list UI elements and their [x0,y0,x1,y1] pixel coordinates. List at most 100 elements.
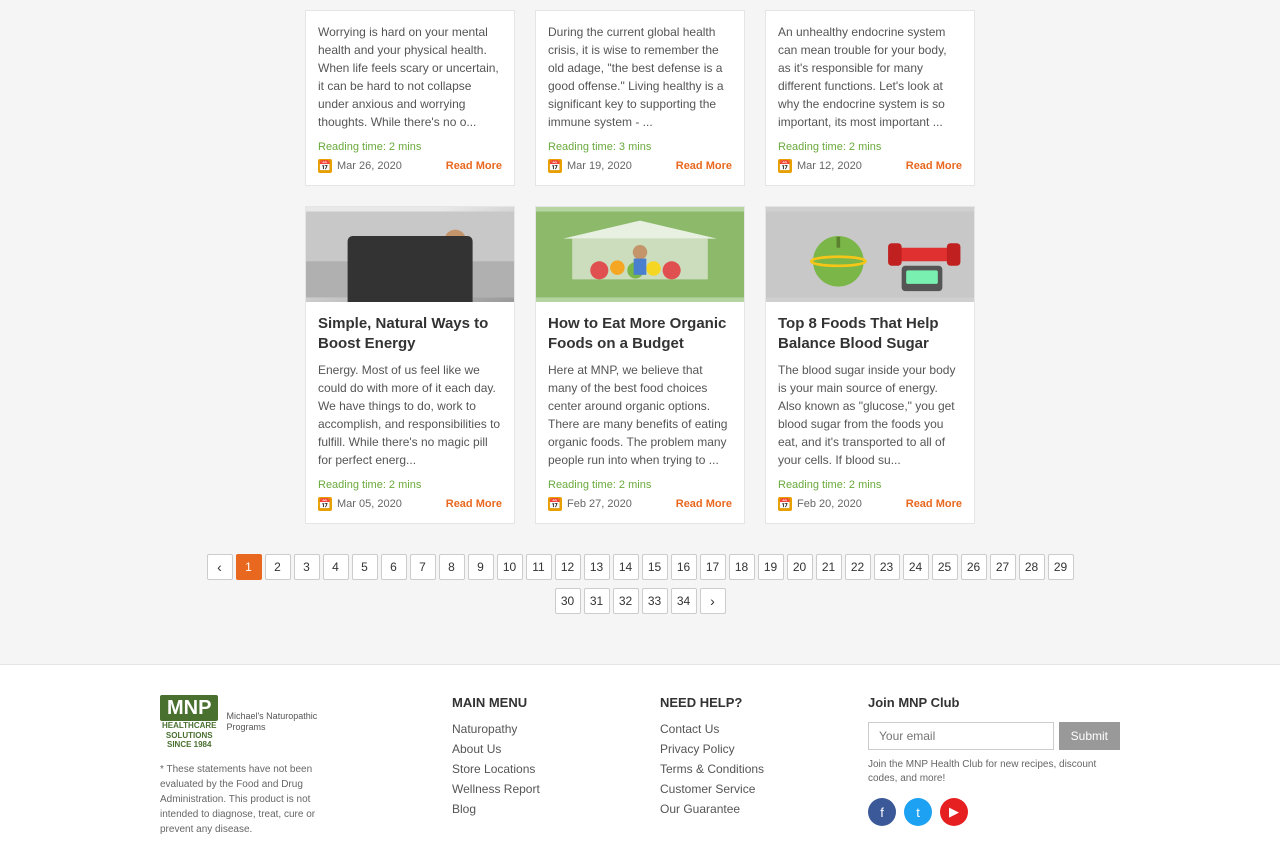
footer-link-stores[interactable]: Store Locations [452,762,620,776]
page-btn-15[interactable]: 15 [642,554,668,580]
page-btn-3[interactable]: 3 [294,554,320,580]
footer-link-about[interactable]: About Us [452,742,620,756]
pagination-row-2: 30 31 32 33 34 › [555,588,726,614]
logo-mnp: MNP [160,695,218,721]
card-5-text: Here at MNP, we believe that many of the… [548,361,732,469]
page-btn-11[interactable]: 11 [526,554,552,580]
card-1-read-more[interactable]: Read More [446,160,502,172]
footer-link-guarantee[interactable]: Our Guarantee [660,802,828,816]
footer-need-help-title: NEED HELP? [660,695,828,710]
page-btn-28[interactable]: 28 [1019,554,1045,580]
footer-link-privacy[interactable]: Privacy Policy [660,742,828,756]
page-btn-6[interactable]: 6 [381,554,407,580]
page-btn-33[interactable]: 33 [642,588,668,614]
email-input[interactable] [868,722,1054,750]
card-4-reading-time: Reading time: 2 mins [318,479,502,491]
card-1-text: Worrying is hard on your mental health a… [318,23,502,131]
page-btn-7[interactable]: 7 [410,554,436,580]
footer-join-club: Join MNP Club Submit Join the MNP Health… [868,695,1120,837]
page-btn-20[interactable]: 20 [787,554,813,580]
footer-link-customer[interactable]: Customer Service [660,782,828,796]
page-container: Worrying is hard on your mental health a… [0,0,1280,867]
page-btn-30[interactable]: 30 [555,588,581,614]
footer-need-help: NEED HELP? Contact Us Privacy Policy Ter… [660,695,828,837]
card-5-reading-time: Reading time: 2 mins [548,479,732,491]
footer-logo-section: MNP HEALTHCARESOLUTIONSSINCE 1984 Michae… [160,695,412,837]
page-btn-1[interactable]: 1 [236,554,262,580]
page-btn-18[interactable]: 18 [729,554,755,580]
card-2-reading-time: Reading time: 3 mins [548,141,732,153]
page-btn-16[interactable]: 16 [671,554,697,580]
page-btn-14[interactable]: 14 [613,554,639,580]
email-row: Submit [868,722,1120,750]
page-btn-2[interactable]: 2 [265,554,291,580]
card-6-date-wrapper: Feb 20, 2020 [778,497,862,511]
card-2-date-wrapper: Mar 19, 2020 [548,159,632,173]
twitter-icon[interactable]: t [904,798,932,826]
page-btn-27[interactable]: 27 [990,554,1016,580]
card-6-img-inner [766,207,974,302]
card-5-footer: Feb 27, 2020 Read More [548,497,732,511]
footer-link-terms[interactable]: Terms & Conditions [660,762,828,776]
page-btn-17[interactable]: 17 [700,554,726,580]
page-btn-26[interactable]: 26 [961,554,987,580]
page-btn-9[interactable]: 9 [468,554,494,580]
page-btn-4[interactable]: 4 [323,554,349,580]
page-btn-34[interactable]: 34 [671,588,697,614]
page-btn-5[interactable]: 5 [352,554,378,580]
calendar-icon-3 [778,159,792,173]
page-btn-25[interactable]: 25 [932,554,958,580]
card-6-read-more[interactable]: Read More [906,498,962,510]
footer-disclaimer: * These statements have not been evaluat… [160,762,340,837]
card-5-date: Feb 27, 2020 [567,498,632,510]
prev-page-btn[interactable]: ‹ [207,554,233,580]
page-btn-10[interactable]: 10 [497,554,523,580]
page-btn-21[interactable]: 21 [816,554,842,580]
card-3: An unhealthy endocrine system can mean t… [765,10,975,186]
card-4-body: Simple, Natural Ways to Boost Energy Ene… [306,302,514,523]
page-btn-12[interactable]: 12 [555,554,581,580]
youtube-icon[interactable]: ▶ [940,798,968,826]
card-3-read-more[interactable]: Read More [906,160,962,172]
card-1-reading-time: Reading time: 2 mins [318,141,502,153]
facebook-icon[interactable]: f [868,798,896,826]
logo-healthcare: HEALTHCARESOLUTIONSSINCE 1984 [162,721,217,750]
top-cards-row: Worrying is hard on your mental health a… [305,10,975,186]
card-5-title: How to Eat More Organic Foods on a Budge… [548,314,732,353]
calendar-icon-6 [778,497,792,511]
card-5-img [536,207,744,302]
card-6-text: The blood sugar inside your body is your… [778,361,962,469]
submit-btn[interactable]: Submit [1059,722,1120,750]
page-btn-24[interactable]: 24 [903,554,929,580]
calendar-icon-2 [548,159,562,173]
footer-link-naturopathy[interactable]: Naturopathy [452,722,620,736]
page-btn-32[interactable]: 32 [613,588,639,614]
next-page-btn[interactable]: › [700,588,726,614]
pagination-section: ‹ 1 2 3 4 5 6 7 8 9 10 11 12 13 14 15 16… [305,544,975,644]
footer-main-menu-title: MAIN MENU [452,695,620,710]
card-2: During the current global health crisis,… [535,10,745,186]
card-5-read-more[interactable]: Read More [676,498,732,510]
page-btn-19[interactable]: 19 [758,554,784,580]
card-2-read-more[interactable]: Read More [676,160,732,172]
card-4-img [306,207,514,302]
page-btn-22[interactable]: 22 [845,554,871,580]
card-2-text: During the current global health crisis,… [548,23,732,131]
footer-link-blog[interactable]: Blog [452,802,620,816]
page-btn-13[interactable]: 13 [584,554,610,580]
card-4-read-more[interactable]: Read More [446,498,502,510]
footer-link-contact[interactable]: Contact Us [660,722,828,736]
card-6-reading-time: Reading time: 2 mins [778,479,962,491]
footer-link-wellness[interactable]: Wellness Report [452,782,620,796]
page-btn-8[interactable]: 8 [439,554,465,580]
card-6-title: Top 8 Foods That Help Balance Blood Suga… [778,314,962,353]
card-6-footer: Feb 20, 2020 Read More [778,497,962,511]
page-btn-29[interactable]: 29 [1048,554,1074,580]
page-btn-23[interactable]: 23 [874,554,900,580]
card-1-date-wrapper: Mar 26, 2020 [318,159,402,173]
card-5-img-inner [536,207,744,302]
page-btn-31[interactable]: 31 [584,588,610,614]
card-4: Simple, Natural Ways to Boost Energy Ene… [305,206,515,524]
card-6-body: Top 8 Foods That Help Balance Blood Suga… [766,302,974,523]
card-3-date-wrapper: Mar 12, 2020 [778,159,862,173]
